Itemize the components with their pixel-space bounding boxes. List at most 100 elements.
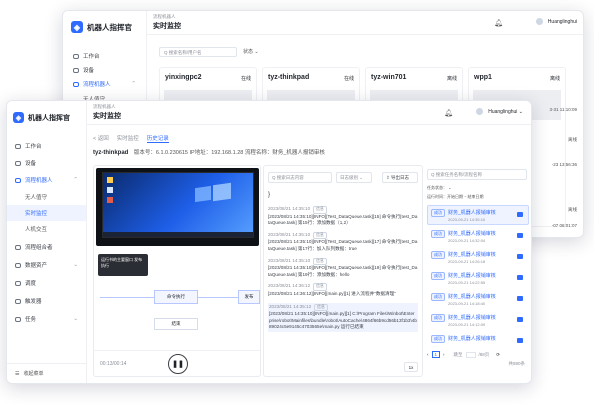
- device-icon: [73, 67, 79, 73]
- nav-item[interactable]: 触发器: [7, 293, 86, 309]
- back-nav-robot[interactable]: 流程机器人 ⌃: [63, 77, 146, 91]
- app-title: 机器人指挥官: [28, 114, 70, 122]
- back-app-title: 机器人指挥官: [87, 22, 132, 32]
- collapse-label: 收起菜单: [23, 371, 44, 377]
- log-search-input[interactable]: Q 搜索日志内容: [268, 172, 332, 183]
- desktop-wallpaper: [102, 172, 254, 238]
- filter-status-label: 任务状态：: [427, 185, 447, 190]
- tab-history[interactable]: 历史记录: [146, 134, 169, 143]
- history-record[interactable]: 成功 财务_机器人报销审核: [427, 331, 529, 351]
- history-search-input[interactable]: Q 搜索任务名称/流程名称: [427, 169, 527, 180]
- log-text: [2023/08/21 14:35:10][INFO][main.py][1] …: [269, 311, 417, 330]
- record-status-tag: 成功: [431, 251, 445, 259]
- record-name: 财务_机器人报销审核: [448, 273, 496, 279]
- trigger-icon: [15, 298, 21, 304]
- prev-page-button[interactable]: ‹: [427, 352, 429, 357]
- device-card-status: 离线: [446, 76, 457, 82]
- goto-page-input[interactable]: [465, 351, 476, 358]
- speed-select[interactable]: 1x: [404, 362, 418, 372]
- log-entry-header: 2023/08/21 14:35:10 信息: [268, 257, 418, 266]
- video-icon[interactable]: [517, 233, 523, 238]
- nav-sub-monitor[interactable]: 实时监控: [7, 205, 86, 221]
- filter-status[interactable]: 任务状态： ⌄: [427, 185, 451, 191]
- page-current[interactable]: 1: [431, 351, 441, 358]
- back-nav-label: 工作台: [83, 54, 100, 60]
- bell-icon[interactable]: 🔔︎: [444, 109, 453, 117]
- history-record[interactable]: 成功 财务_机器人报销审核 2023-09-21 14:26:18: [427, 247, 529, 267]
- history-record[interactable]: 成功 财务_机器人报销审核 2023-09-21 14:32:04: [427, 226, 529, 246]
- tab-bar: < 返回 实时监控 历史记录: [93, 134, 169, 143]
- log-entry: 2023/08/21 14:35:10 信息 [2023/08/21 14:35:1…: [268, 231, 418, 253]
- video-icon[interactable]: [517, 212, 523, 217]
- nav-device[interactable]: 设备: [7, 156, 86, 170]
- back-link[interactable]: < 返回: [93, 134, 109, 143]
- windows-logo-icon: [213, 182, 231, 202]
- log-entry-header: 2023/08/21 14:35:10 信息: [268, 206, 418, 214]
- log-level-tag: 信息: [313, 206, 327, 214]
- nav-sub-interaction[interactable]: 人机交互: [7, 221, 86, 237]
- video-icon[interactable]: [517, 317, 523, 322]
- device-card-stamp: 离线: [568, 207, 577, 212]
- user-name[interactable]: Huanglinghui: [548, 19, 577, 25]
- record-time: 2023-09-21 14:22:55: [448, 280, 486, 285]
- log-entry-header: 2023/08/21 14:35:12 信息: [269, 303, 417, 312]
- flow-node-end: 结束: [154, 318, 198, 330]
- device-card-status: 离线: [549, 76, 560, 82]
- desk-icon: [73, 53, 79, 59]
- history-record[interactable]: 成功 财务_机器人报销审核 2023-09-21 14:22:55: [427, 268, 529, 288]
- total-count: 共880条: [508, 361, 525, 366]
- history-record[interactable]: 成功 财务_机器人报销审核 2023-09-21 14:18:40: [427, 289, 529, 309]
- logo-icon: ◈: [71, 21, 83, 33]
- avatar[interactable]: [476, 108, 483, 115]
- flow-edge: [100, 297, 154, 298]
- nav-label: 工作台: [25, 144, 42, 150]
- filter-time-range[interactable]: 运行时间：开始日期 ~ 结束日期: [427, 194, 484, 200]
- record-name: 财务_机器人报销审核: [448, 252, 496, 258]
- log-level-select[interactable]: 日志级别 ⌄: [336, 172, 372, 183]
- tab-live-monitor[interactable]: 实时监控: [117, 134, 139, 143]
- nav-item[interactable]: 调度: [7, 275, 86, 291]
- collapse-menu-button[interactable]: ☰ 收起菜单: [7, 363, 86, 383]
- nav-robot[interactable]: 流程机器人 ⌃: [7, 173, 86, 187]
- log-search-placeholder: 搜索日志内容: [276, 175, 304, 180]
- record-time: 2023-09-21 14:12:09: [448, 322, 486, 327]
- chevron-up-icon: ⌃: [73, 177, 78, 183]
- device-name: tyz-thinkpad: [93, 150, 129, 156]
- menu-collapse-icon: ☰: [15, 370, 20, 377]
- flow-icon: [15, 244, 21, 250]
- history-record[interactable]: 成功 财务_机器人报销审核 2023-09-21 14:12:09: [427, 310, 529, 330]
- back-status-filter[interactable]: 状态 ⌄: [243, 48, 259, 55]
- nav-item[interactable]: 任务 ⌄: [7, 311, 86, 327]
- video-icon[interactable]: [517, 296, 523, 301]
- nav-sub-unattended[interactable]: 无人值守: [7, 189, 86, 205]
- next-page-button[interactable]: ›: [443, 352, 445, 357]
- back-nav-device[interactable]: 设备: [63, 63, 146, 77]
- bell-icon[interactable]: 🔔︎: [494, 19, 503, 27]
- video-icon[interactable]: [517, 338, 523, 343]
- nav-label: 任务: [25, 317, 37, 323]
- back-search-input[interactable]: Q 搜索名称/用户名: [159, 47, 237, 57]
- pause-button[interactable]: ❚❚: [168, 354, 188, 374]
- video-icon[interactable]: [517, 254, 523, 259]
- nav-item[interactable]: 数据资产 ⌄: [7, 257, 86, 273]
- avatar[interactable]: [536, 18, 543, 25]
- sidebar: ◈ 机器人指挥官 工作台 设备 流程机器人 ⌃ 无人值守 实时监控 人机交互 流程…: [7, 101, 87, 383]
- video-icon[interactable]: [517, 275, 523, 280]
- nav-desk[interactable]: 工作台: [7, 139, 86, 153]
- replay-toast: 运行书的主要窗口 发布执行: [98, 254, 148, 276]
- refresh-icon[interactable]: ⟳: [496, 352, 500, 358]
- device-card-name: tyz-win701: [371, 74, 407, 81]
- user-menu[interactable]: Huanglinghui ⌄: [488, 109, 523, 115]
- goto-label: 跳至: [453, 351, 463, 357]
- status-filter-label: 状态: [243, 49, 254, 55]
- history-record[interactable]: 成功 财务_机器人报销审核 2023-09-21 14:35:10: [427, 205, 529, 225]
- back-logo: ◈ 机器人指挥官: [71, 21, 132, 33]
- nav-item[interactable]: 流程组合者: [7, 239, 86, 255]
- log-level-placeholder: 日志级别: [340, 175, 358, 180]
- export-log-button[interactable]: ⇪ 导出日志: [382, 172, 418, 183]
- export-icon: ⇪: [386, 175, 390, 180]
- page-total: /88页: [478, 351, 490, 357]
- robot-icon: [15, 177, 21, 183]
- back-nav-desk[interactable]: 工作台: [63, 49, 146, 63]
- record-status-tag: 成功: [431, 293, 445, 301]
